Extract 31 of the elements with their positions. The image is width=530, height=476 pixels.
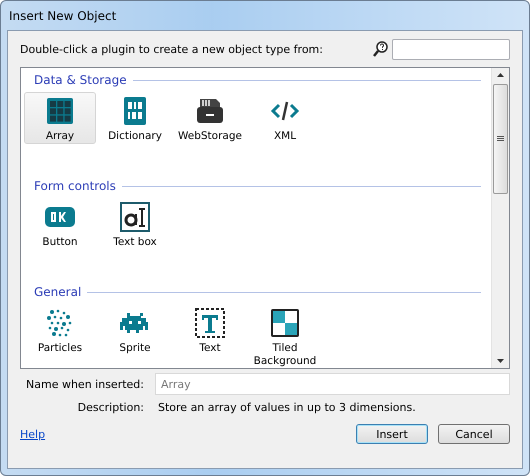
group-heading: Form controls xyxy=(34,179,116,193)
text-frame-icon xyxy=(194,307,226,339)
checker-tiles-icon xyxy=(269,307,301,339)
help-link[interactable]: Help xyxy=(20,428,46,440)
instruction-text: Double-click a plugin to create a new object type from: xyxy=(20,42,323,56)
plugin-item[interactable]: Button xyxy=(24,198,96,250)
field-label: Name when inserted: xyxy=(25,378,145,390)
plugin-item[interactable]: Text xyxy=(174,304,246,368)
search-field[interactable] xyxy=(392,38,510,60)
window-title: Insert New Object xyxy=(9,8,116,22)
plugin-item[interactable]: Sprite xyxy=(99,304,171,368)
plugin-item[interactable]: Text box xyxy=(99,198,171,250)
field-label: Description: xyxy=(76,401,145,414)
name-field[interactable]: Array xyxy=(155,373,510,395)
search-icon xyxy=(372,40,388,58)
plugin-item[interactable]: Tiled Background xyxy=(249,304,321,368)
text-cursor-icon xyxy=(119,201,151,233)
plugin-item[interactable]: Dictionary xyxy=(99,92,171,144)
grip-icon xyxy=(497,136,504,142)
plugin-item[interactable]: XML xyxy=(249,92,321,144)
scrollbar[interactable] xyxy=(491,68,509,368)
plugin-item[interactable]: Array xyxy=(24,92,96,144)
scroll-thumb[interactable] xyxy=(493,84,508,194)
plugin-item[interactable]: WebStorage xyxy=(174,92,246,144)
cancel-button[interactable]: Cancel xyxy=(438,424,510,444)
insert-button[interactable]: Insert xyxy=(356,424,428,444)
group-heading: General xyxy=(34,285,82,299)
plugin-item[interactable]: Particles xyxy=(24,304,96,368)
description-text: Store an array of values in up to 3 dimensions. xyxy=(157,401,416,414)
grid-icon xyxy=(44,95,76,127)
group-heading: Data & Storage xyxy=(34,73,127,87)
